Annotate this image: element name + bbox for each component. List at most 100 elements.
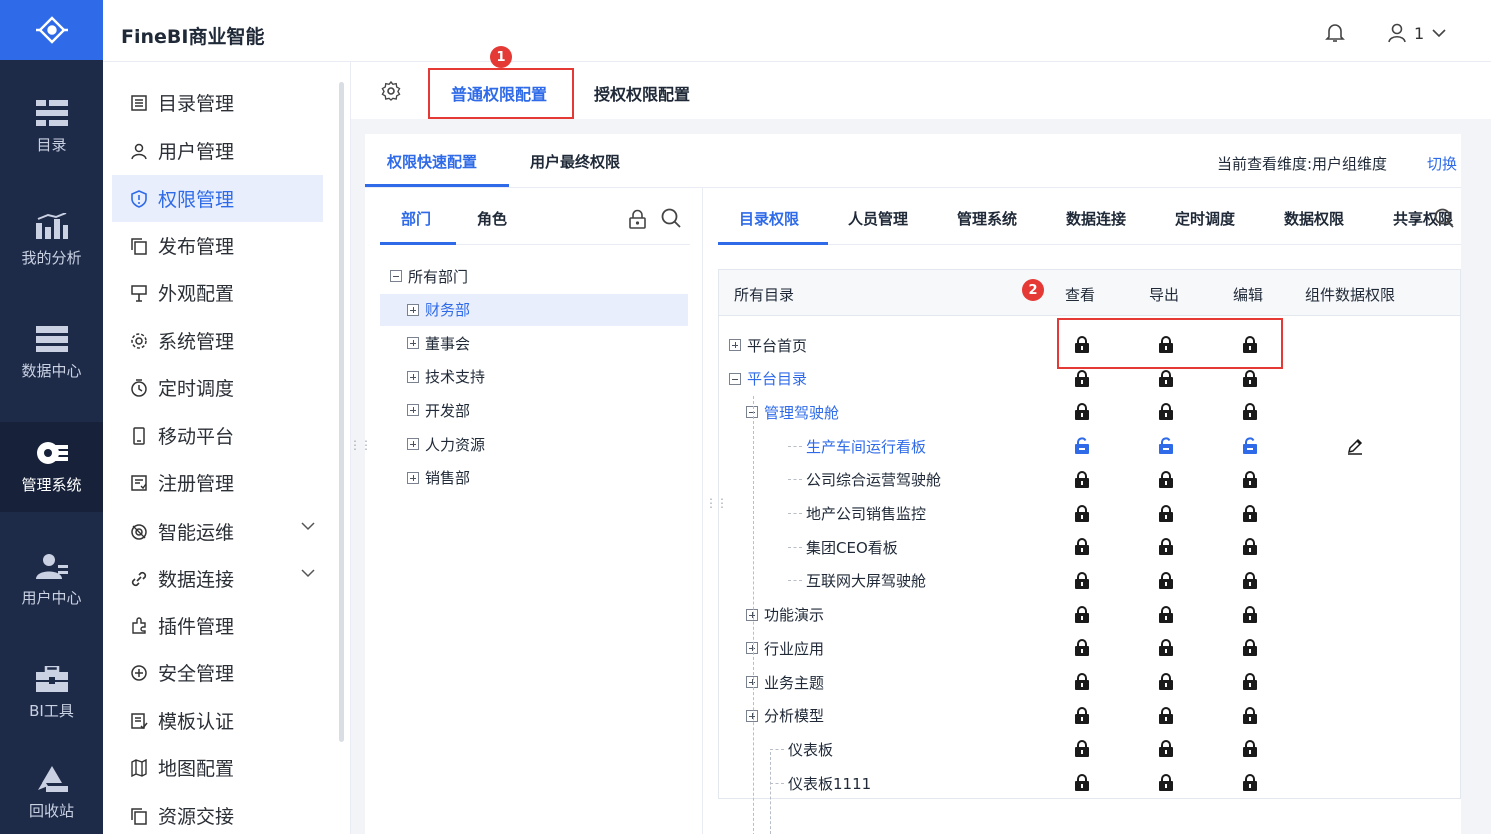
menu-item[interactable]: 数据连接 [112,555,323,602]
lock-icon[interactable] [1242,538,1258,556]
menu-item[interactable]: 移动平台 [112,412,323,459]
search-icon[interactable] [660,207,682,233]
table-row[interactable]: 公司综合运营驾驶舱 [719,463,1460,497]
lock-icon[interactable] [1074,673,1090,691]
table-row[interactable]: 行业应用 [719,631,1460,665]
directory-node[interactable]: 功能演示 [746,598,824,632]
menu-item[interactable]: 插件管理 [112,602,323,649]
lock-icon[interactable] [1074,403,1090,421]
department-node[interactable]: 开发部 [407,394,470,426]
unlock-icon[interactable] [1158,437,1174,455]
menu-item[interactable]: 地图配置 [112,744,323,791]
directory-node[interactable]: 业务主题 [746,665,824,699]
lock-icon[interactable] [1158,639,1174,657]
tab-grant-permission[interactable]: 授权权限配置 [594,81,690,105]
department-node[interactable]: 人力资源 [407,428,485,460]
expand-icon[interactable] [746,676,758,688]
search-icon[interactable] [1433,207,1455,233]
table-row[interactable]: 分析模型 [719,699,1460,733]
lock-icon[interactable] [1242,706,1258,725]
menu-item[interactable]: 权限管理 [112,175,323,222]
rail-item-bi-tools[interactable]: BI工具 [0,648,103,738]
menu-item[interactable]: 智能运维 [112,508,323,555]
tab-final-permission[interactable]: 用户最终权限 [530,151,620,172]
directory-node[interactable]: 管理驾驶舱 [746,395,839,429]
permission-tab[interactable]: 数据连接 [1066,208,1126,229]
expand-icon[interactable] [407,303,419,316]
chevron-down-icon[interactable] [301,569,315,578]
lock-icon[interactable] [1242,571,1258,590]
expand-icon[interactable] [407,337,419,350]
directory-node[interactable]: 仪表板1111 [770,766,871,800]
tab-role[interactable]: 角色 [477,208,507,229]
table-row[interactable]: 功能演示 [719,598,1460,632]
header-view[interactable]: 查看 [1065,284,1095,305]
permission-tab[interactable]: 人员管理 [848,208,908,229]
directory-node[interactable]: 地产公司销售监控 [788,497,926,531]
lock-icon[interactable] [1158,504,1174,523]
tab-department[interactable]: 部门 [401,208,431,229]
expand-icon[interactable] [407,404,419,417]
lock-icon[interactable] [1242,639,1258,657]
unlock-icon[interactable] [1074,437,1090,455]
lock-icon[interactable] [1074,639,1090,657]
lock-icon[interactable] [1074,740,1090,758]
header-edit[interactable]: 编辑 [1233,284,1263,305]
expand-icon[interactable] [746,709,758,722]
directory-node[interactable]: 集团CEO看板 [788,530,898,564]
rail-item-user-center[interactable]: 用户中心 [0,535,103,625]
table-row[interactable]: 仪表板 [719,732,1460,766]
permission-tab[interactable]: 数据权限 [1284,208,1344,229]
tab-quick-config[interactable]: 权限快速配置 [387,151,477,172]
lock-icon[interactable] [1158,774,1174,792]
menu-item[interactable]: 发布管理 [112,222,323,269]
directory-node[interactable]: 平台目录 [729,362,807,396]
rail-item-analysis[interactable]: 我的分析 [0,195,103,285]
lock-filter-icon[interactable] [628,209,648,233]
expand-icon[interactable] [746,608,758,621]
lock-icon[interactable] [1242,470,1258,489]
dimension-switch-link[interactable]: 切换 [1427,153,1457,174]
table-row[interactable]: 仪表板1111 [719,766,1460,800]
permission-tab[interactable]: 管理系统 [957,208,1017,229]
permission-tab[interactable]: 定时调度 [1175,208,1235,229]
menu-item[interactable]: 定时调度 [112,364,323,411]
rail-item-recycle[interactable]: 回收站 [0,748,103,834]
rail-item-management[interactable]: 管理系统 [0,422,103,512]
collapse-icon[interactable] [390,270,402,282]
directory-node[interactable]: 互联网大屏驾驶舱 [788,564,926,598]
expand-icon[interactable] [407,471,419,484]
lock-icon[interactable] [1074,774,1090,792]
lock-icon[interactable] [1242,740,1258,758]
lock-icon[interactable] [1242,403,1258,421]
lock-icon[interactable] [1158,571,1174,590]
user-menu[interactable]: 1 [1388,23,1446,43]
rail-item-data-center[interactable]: 数据中心 [0,308,103,398]
lock-icon[interactable] [1242,774,1258,792]
menu-item[interactable]: 外观配置 [112,269,323,316]
expand-icon[interactable] [407,370,419,383]
logo-icon[interactable] [0,0,103,60]
collapse-icon[interactable] [729,372,741,385]
lock-icon[interactable] [1242,673,1258,691]
collapse-icon[interactable] [746,406,758,419]
lock-icon[interactable] [1158,740,1174,758]
lock-icon[interactable] [1074,605,1090,624]
department-node[interactable]: 技术支持 [407,361,485,393]
table-row[interactable]: 地产公司销售监控 [719,497,1460,531]
lock-icon[interactable] [1242,605,1258,624]
menu-item[interactable]: 模板认证 [112,697,323,744]
header-export[interactable]: 导出 [1149,284,1179,305]
lock-icon[interactable] [1158,673,1174,691]
table-row[interactable]: 业务主题 [719,665,1460,699]
table-row[interactable]: 集团CEO看板 [719,530,1460,564]
department-node[interactable]: 董事会 [407,327,470,359]
lock-icon[interactable] [1074,470,1090,489]
lock-icon[interactable] [1074,504,1090,523]
lock-icon[interactable] [1158,605,1174,624]
bell-icon[interactable] [1325,22,1345,48]
menu-item[interactable]: 安全管理 [112,649,323,696]
department-node[interactable]: 销售部 [407,462,470,494]
table-row[interactable]: 生产车间运行看板 [719,429,1460,463]
menu-item[interactable]: 用户管理 [112,127,323,174]
